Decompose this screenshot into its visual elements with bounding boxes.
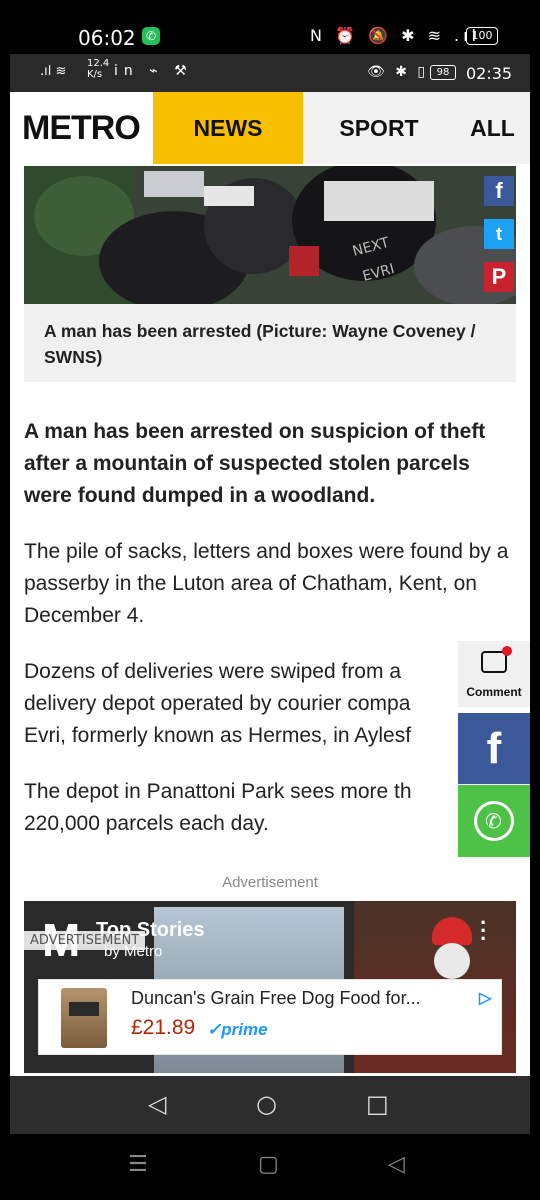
comment-button[interactable]: Comment [458, 641, 530, 707]
network-speed: 12.4 K/s [87, 58, 110, 80]
article-body: A man has been arrested on suspicion of … [24, 416, 514, 840]
whatsapp-float-button[interactable]: ✆ [458, 785, 530, 857]
recent-apps-icon[interactable]: □ [366, 1090, 389, 1118]
battery-icon: 100 [466, 27, 498, 45]
article-paragraph-1: The pile of sacks, letters and boxes wer… [24, 540, 509, 627]
status-time: 06:02 [78, 26, 136, 50]
notification-icons: in ⌁ ⚒ [114, 63, 193, 79]
phone-status-bar: 06:02 ✆ N ⏰ 🔕 ✱ ≋ .ıl 100 [0, 0, 540, 52]
home-icon[interactable]: ▢ [258, 1152, 279, 1177]
twitter-share-icon[interactable]: t [484, 219, 514, 249]
facebook-float-button[interactable]: f [458, 713, 530, 784]
menu-icon[interactable]: ☰ [128, 1152, 148, 1177]
prime-badge: ✓prime [207, 1020, 268, 1039]
phone-navigation-bar: ☰ ▢ ◁ [0, 1134, 540, 1200]
site-header: METRO NEWS SPORT ALL [10, 92, 530, 165]
back-icon[interactable]: ◁ [148, 1090, 166, 1118]
ad-price: £21.89 [131, 1016, 196, 1039]
home-icon[interactable]: ○ [256, 1090, 277, 1118]
ad-product-title: Duncan's Grain Free Dog Food for... [131, 988, 421, 1008]
battery-icon: 98 [430, 65, 456, 80]
caption-text: A man has been arrested (Picture: Wayne … [44, 321, 476, 367]
adchoices-icon[interactable]: ▷ [479, 988, 491, 1008]
advertisement-label: Advertisement [222, 874, 318, 891]
article-lead: A man has been arrested on suspicion of … [24, 420, 486, 507]
article-paragraph-2: Dozens of deliveries were swiped from a … [24, 660, 412, 747]
article-paragraph-3: The depot in Panattoni Park sees more th… [24, 780, 412, 835]
nav-tab-news[interactable]: NEWS [153, 92, 303, 164]
nav-tab-sport[interactable]: SPORT [303, 92, 455, 164]
parcels-image: NEXT EVRI [24, 166, 516, 304]
nav-tab-all[interactable]: ALL [455, 92, 530, 164]
system-icons: 👁 ✱ ▯ [367, 64, 429, 80]
metro-logo[interactable]: METRO [22, 109, 141, 148]
more-options-icon[interactable]: · · · [480, 912, 487, 950]
facebook-share-icon[interactable]: f [484, 176, 514, 206]
advertisement-badge: ADVERTISEMENT [24, 931, 146, 950]
comment-label: Comment [466, 685, 522, 699]
inner-navigation-bar: ◁ ○ □ [10, 1076, 530, 1134]
signal-icon: .ıl ≋ [40, 64, 67, 79]
notification-dot [502, 646, 512, 656]
share-buttons: f t P [484, 176, 518, 305]
status-icons: N ⏰ 🔕 ✱ ≋ .ıl [310, 26, 481, 45]
pinterest-share-icon[interactable]: P [484, 262, 514, 292]
inner-status-bar: .ıl ≋ 12.4 K/s in ⌁ ⚒ 👁 ✱ ▯ 98 02:35 [10, 54, 530, 92]
photo-caption: A man has been arrested (Picture: Wayne … [24, 304, 516, 382]
article-photo: NEXT EVRI [24, 166, 516, 304]
back-icon[interactable]: ◁ [388, 1152, 405, 1177]
product-ad-card[interactable]: Duncan's Grain Free Dog Food for... £21.… [38, 979, 502, 1055]
product-image [61, 988, 107, 1048]
screenshot-screen: .ıl ≋ 12.4 K/s in ⌁ ⚒ 👁 ✱ ▯ 98 02:35 METR… [10, 54, 530, 1134]
status-clock: 02:35 [466, 64, 513, 83]
whatsapp-notification-icon: ✆ [142, 27, 160, 45]
